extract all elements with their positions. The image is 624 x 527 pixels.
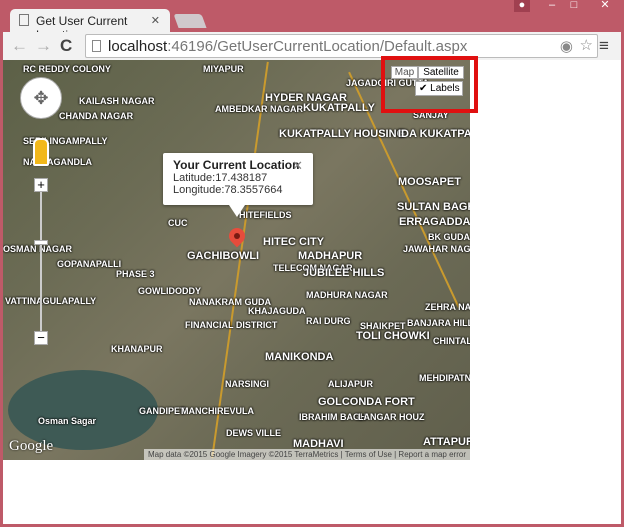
zoom-out-button[interactable]: − — [34, 331, 48, 345]
place-label: MIYAPUR — [203, 64, 244, 74]
page-icon — [19, 14, 29, 26]
back-icon[interactable]: ← — [11, 36, 28, 56]
url-path: :46196/GetUserCurrentLocation/Default.as… — [167, 38, 468, 55]
place-label: NARSINGI — [225, 379, 270, 389]
place-label: CUC — [168, 218, 188, 228]
place-label: Osman Sagar — [38, 416, 97, 426]
place-label: KAILASH NAGAR — [79, 96, 155, 106]
place-label: ALIJAPUR — [328, 379, 374, 389]
place-label: GANDIPET — [139, 406, 186, 416]
info-title: Your Current Location — [173, 158, 300, 172]
place-label: KHANAPUR — [111, 344, 163, 354]
page-icon — [92, 40, 101, 52]
place-label: JAWAHAR NAGAR — [403, 244, 470, 254]
info-window: Your Current Location Latitude:17.438187… — [163, 153, 313, 217]
place-label: DEWS VILLE — [226, 428, 282, 438]
place-label: JUBILEE HILLS — [303, 267, 385, 279]
place-label: MEHDIPATNAM — [419, 373, 470, 383]
place-label: KUKATPALLY — [303, 102, 375, 114]
place-label: MANIKONDA — [265, 351, 334, 363]
pan-control[interactable]: ✥ — [20, 77, 62, 119]
place-label: RAI DURG — [306, 316, 351, 326]
place-label: FINANCIAL DISTRICT — [185, 320, 278, 330]
place-label: IDA KUKATPALLY — [398, 128, 470, 140]
info-close-icon[interactable]: ✕ — [292, 158, 303, 174]
place-label: OSMAN NAGAR — [3, 244, 72, 254]
place-label: BK GUDA — [428, 232, 470, 242]
tab-close-icon[interactable]: ✕ — [151, 14, 160, 27]
maximize-button[interactable]: □ — [566, 0, 582, 12]
place-label: BANJARA HILLS — [407, 318, 470, 328]
place-label: MANCHIREVULA — [181, 406, 254, 416]
place-label: ERRAGADDA — [399, 216, 470, 228]
tab-get-user-current-location[interactable]: Get User Current Location ✕ — [10, 9, 170, 42]
place-label: ATTAPUR — [423, 436, 470, 448]
address-bar[interactable]: localhost:46196/GetUserCurrentLocation/D… — [85, 34, 598, 58]
place-label: TOLI CHOWKI — [356, 330, 430, 342]
page-content: RC REDDY COLONY MIYAPUR HYDER NAGAR JAGADGI… — [3, 56, 621, 524]
browser-toolbar: ← → C localhost:46196/GetUserCurrentLoca… — [3, 32, 621, 60]
url-host: localhost — [108, 38, 168, 55]
place-label: AMBEDKAR NAGAR — [215, 104, 303, 114]
zoom-slider[interactable] — [40, 192, 42, 332]
star-icon[interactable]: ☆ — [580, 36, 593, 54]
place-label: CHINTAL — [433, 336, 470, 346]
user-icon[interactable]: ● — [514, 0, 530, 12]
place-label: GOPANAPALLI — [57, 259, 122, 269]
place-label: KHAJAGUDA — [248, 306, 306, 316]
info-latitude: Latitude:17.438187 — [173, 172, 268, 184]
place-label: KUKATPALLY HOUSING — [279, 128, 406, 140]
info-longitude: Longitude:78.3557664 — [173, 184, 283, 196]
menu-icon[interactable]: ≡ — [599, 36, 609, 56]
minimize-button[interactable]: – — [544, 0, 560, 12]
map[interactable]: RC REDDY COLONY MIYAPUR HYDER NAGAR JAGADGI… — [3, 60, 470, 460]
place-label: HITEC CITY — [263, 236, 325, 248]
location-icon[interactable]: ◉ — [560, 37, 573, 55]
place-label: HITEFIELDS — [239, 210, 292, 220]
zoom-slider-handle[interactable] — [34, 240, 48, 245]
place-label: GACHIBOWLI — [187, 250, 260, 262]
place-label: CHANDA NAGAR — [59, 111, 134, 121]
place-label: PHASE 3 — [116, 269, 155, 279]
place-label: IBRAHIM BAGH — [299, 412, 367, 422]
close-window-button[interactable]: ✕ — [592, 0, 618, 12]
place-label: MOOSAPET — [398, 176, 461, 188]
place-label: VATTINAGULAPALLY — [5, 296, 97, 306]
place-label: ZEHRA NAGAR — [425, 302, 470, 312]
place-label: GOLCONDA FORT — [318, 396, 415, 408]
place-label: MADHURA NAGAR — [306, 290, 388, 300]
google-logo: Google — [9, 438, 54, 454]
place-label: MADHAPUR — [298, 250, 363, 262]
new-tab-button[interactable] — [173, 14, 207, 28]
place-label: GOWLIDODDY — [138, 286, 201, 296]
place-label: SULTAN BAGH — [397, 201, 470, 213]
zoom-in-button[interactable]: + — [34, 178, 48, 192]
forward-icon[interactable]: → — [35, 36, 52, 56]
map-attribution[interactable]: Map data ©2015 Google Imagery ©2015 Terr… — [143, 449, 470, 460]
highlight-box — [381, 56, 478, 113]
place-label: LANGAR HOUZ — [358, 412, 425, 422]
street-view-pegman-icon[interactable] — [33, 138, 49, 166]
place-label: RC REDDY COLONY — [23, 64, 111, 74]
reload-icon[interactable]: C — [60, 36, 72, 56]
